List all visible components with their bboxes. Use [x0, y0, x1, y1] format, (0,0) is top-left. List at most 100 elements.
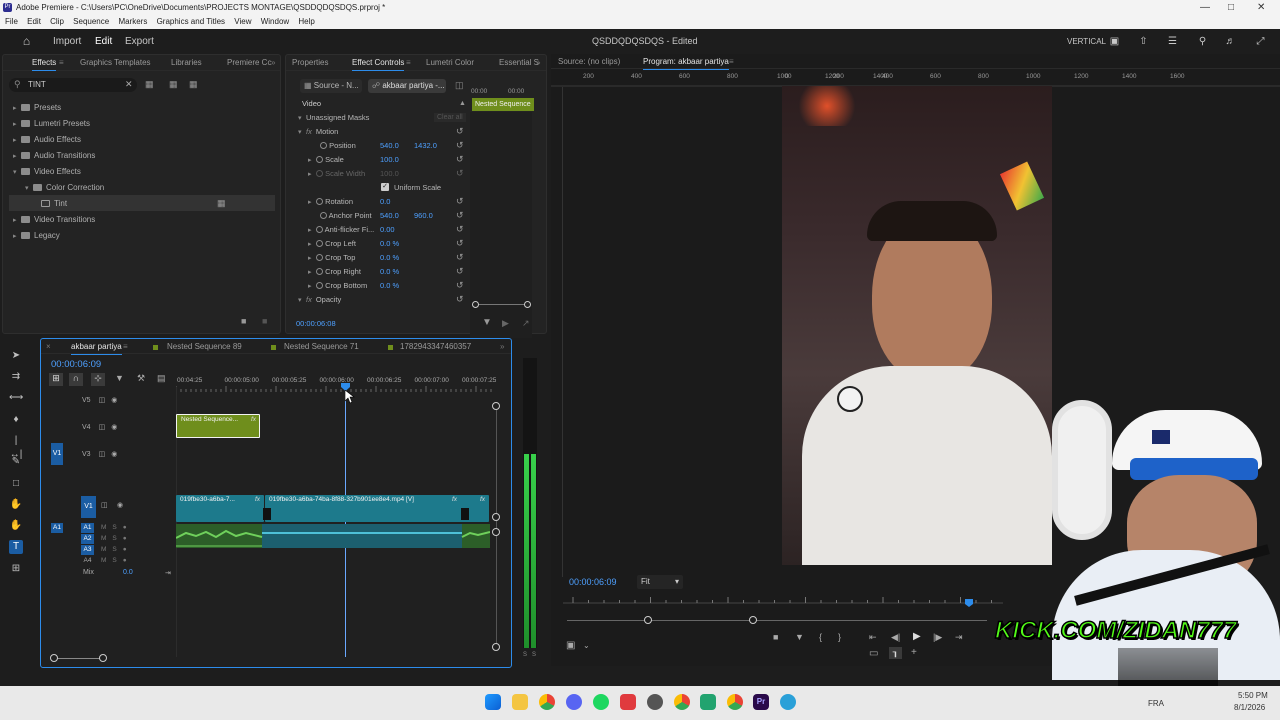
- rotation-value[interactable]: 0.0: [380, 197, 390, 206]
- mark-in-icon[interactable]: {: [819, 632, 822, 642]
- vertical-type-tool-icon[interactable]: ⊞: [9, 562, 23, 576]
- track-a2[interactable]: A2: [81, 534, 94, 544]
- program-view-icon[interactable]: ┒: [889, 647, 902, 659]
- razor-tool-icon[interactable]: ♦: [9, 413, 23, 427]
- scroll-handle[interactable]: [492, 513, 500, 521]
- timeline-timecode[interactable]: 00:00:06:09: [51, 359, 101, 370]
- reset-opacity-icon[interactable]: ↺: [456, 294, 464, 305]
- menu-markers[interactable]: Markers: [118, 17, 147, 26]
- anchor-y[interactable]: 960.0: [414, 211, 433, 220]
- reset-anchor-icon[interactable]: ↺: [456, 210, 464, 221]
- menu-view[interactable]: View: [234, 17, 251, 26]
- reset-scale-width-icon[interactable]: ↺: [456, 168, 464, 179]
- scroll-handle[interactable]: [492, 643, 500, 651]
- reset-scale-icon[interactable]: ↺: [456, 154, 464, 165]
- maximize-icon[interactable]: □: [1228, 0, 1234, 15]
- mark-out-icon[interactable]: }: [838, 632, 841, 642]
- app-icon[interactable]: [700, 694, 716, 710]
- more-tabs-icon[interactable]: »: [271, 58, 275, 67]
- monitor-time-ruler[interactable]: [563, 595, 1003, 609]
- stopwatch-icon[interactable]: [316, 156, 323, 163]
- reset-crop-left-icon[interactable]: ↺: [456, 238, 464, 249]
- clock-date[interactable]: 8/1/2026: [1234, 703, 1265, 712]
- crop-top-value[interactable]: 0.0 %: [380, 253, 399, 262]
- chrome-icon[interactable]: [727, 694, 743, 710]
- menu-edit[interactable]: Edit: [27, 17, 41, 26]
- stopwatch-icon[interactable]: [320, 212, 327, 219]
- export-frame-icon[interactable]: ↗: [522, 318, 530, 329]
- search-icon[interactable]: ⚲: [1197, 36, 1208, 47]
- add-marker-icon[interactable]: ▼: [115, 373, 124, 383]
- tab-nested-sequence-89[interactable]: Nested Sequence 89: [167, 342, 242, 351]
- timeline-ruler[interactable]: 00:04:25 00:00:05:00 00:00:05:25 00:00:06:0…: [176, 373, 496, 395]
- settings-chevron-icon[interactable]: ⌄: [583, 641, 590, 650]
- share-icon[interactable]: ⇧: [1138, 36, 1149, 47]
- track-a1[interactable]: A1: [81, 523, 94, 533]
- discord-icon[interactable]: [566, 694, 582, 710]
- audio-clips[interactable]: [176, 524, 490, 549]
- track-v1-target[interactable]: V1: [81, 496, 96, 518]
- timeline-menu-icon[interactable]: ≡: [123, 342, 128, 351]
- wrench-icon[interactable]: ⚒: [137, 373, 145, 384]
- tree-lumetri-presets[interactable]: ▸ Lumetri Presets: [13, 116, 90, 131]
- minimize-icon[interactable]: —: [1200, 0, 1210, 15]
- vertical-scrollbar[interactable]: [496, 405, 497, 645]
- file-explorer-icon[interactable]: [512, 694, 528, 710]
- safe-margins-icon[interactable]: ▣: [566, 640, 575, 651]
- track-a4[interactable]: A4: [81, 556, 94, 566]
- app-icon[interactable]: [620, 694, 636, 710]
- sequence-chip[interactable]: ☍ akbaar partiya -...: [368, 79, 446, 93]
- pen-tool-icon[interactable]: ✎: [9, 455, 23, 469]
- anchor-x[interactable]: 540.0: [380, 211, 399, 220]
- source-patch-a1[interactable]: A1: [51, 523, 63, 533]
- import-tab[interactable]: Import: [53, 29, 81, 54]
- source-chip[interactable]: ▦ Source - N...: [300, 79, 362, 93]
- collapse-icon[interactable]: ▲: [459, 100, 466, 107]
- position-x[interactable]: 540.0: [380, 141, 399, 150]
- menu-window[interactable]: Window: [261, 17, 289, 26]
- program-menu-icon[interactable]: ≡: [729, 57, 734, 66]
- tab-properties[interactable]: Properties: [292, 58, 328, 67]
- tab-effect-controls[interactable]: Effect Controls: [352, 58, 405, 71]
- scroll-handle[interactable]: [492, 528, 500, 536]
- tab-nested-sequence-71[interactable]: Nested Sequence 71: [284, 342, 359, 351]
- zoom-handle-left[interactable]: [472, 301, 479, 308]
- search-input[interactable]: TINT: [28, 80, 46, 89]
- position-y[interactable]: 1432.0: [414, 141, 437, 150]
- chrome-icon[interactable]: [539, 694, 555, 710]
- tree-legacy[interactable]: ▸ Legacy: [13, 228, 60, 243]
- chrome-icon[interactable]: [674, 694, 690, 710]
- nest-toggle-icon[interactable]: ⊞: [49, 373, 63, 386]
- crop-left-value[interactable]: 0.0 %: [380, 239, 399, 248]
- linked-selection-icon[interactable]: ⊹: [91, 373, 105, 386]
- tree-audio-effects[interactable]: ▸ Audio Effects: [13, 132, 81, 147]
- more-tabs-icon[interactable]: »: [536, 58, 540, 67]
- zoom-handle-left[interactable]: [644, 616, 652, 624]
- uniform-scale-checkbox[interactable]: ✓: [381, 183, 389, 191]
- zoom-scrollbar[interactable]: [476, 304, 528, 305]
- reset-crop-top-icon[interactable]: ↺: [456, 252, 464, 263]
- reset-rotation-icon[interactable]: ↺: [456, 196, 464, 207]
- stopwatch-icon[interactable]: [316, 268, 323, 275]
- filter-icon[interactable]: ▼: [482, 317, 492, 328]
- fullscreen-icon[interactable]: ⤢: [1255, 36, 1266, 47]
- stopwatch-icon[interactable]: [316, 254, 323, 261]
- scroll-handle[interactable]: [492, 402, 500, 410]
- windows-start-icon[interactable]: [485, 694, 501, 710]
- crop-right-value[interactable]: 0.0 %: [380, 267, 399, 276]
- horizontal-scrollbar[interactable]: [55, 658, 105, 659]
- comparison-view-icon[interactable]: ▭: [869, 648, 878, 659]
- sync-lock-icon[interactable]: ◫: [101, 501, 108, 509]
- tab-libraries[interactable]: Libraries: [171, 58, 202, 67]
- mute-solo-a1[interactable]: MS●: [101, 524, 133, 531]
- snap-icon[interactable]: ∩: [69, 373, 83, 386]
- track-select-tool-icon[interactable]: ⇉: [9, 370, 23, 384]
- text-tool-icon[interactable]: T: [9, 540, 23, 554]
- stopwatch-icon[interactable]: [316, 198, 323, 205]
- tab-sequence-1782943347460357[interactable]: 1782943347460357: [400, 342, 471, 351]
- delete-icon[interactable]: ■: [262, 316, 267, 326]
- antiflicker-value[interactable]: 0.00: [380, 225, 395, 234]
- panels-icon[interactable]: ☰: [1167, 36, 1178, 47]
- menu-clip[interactable]: Clip: [50, 17, 64, 26]
- stopwatch-icon[interactable]: [320, 142, 327, 149]
